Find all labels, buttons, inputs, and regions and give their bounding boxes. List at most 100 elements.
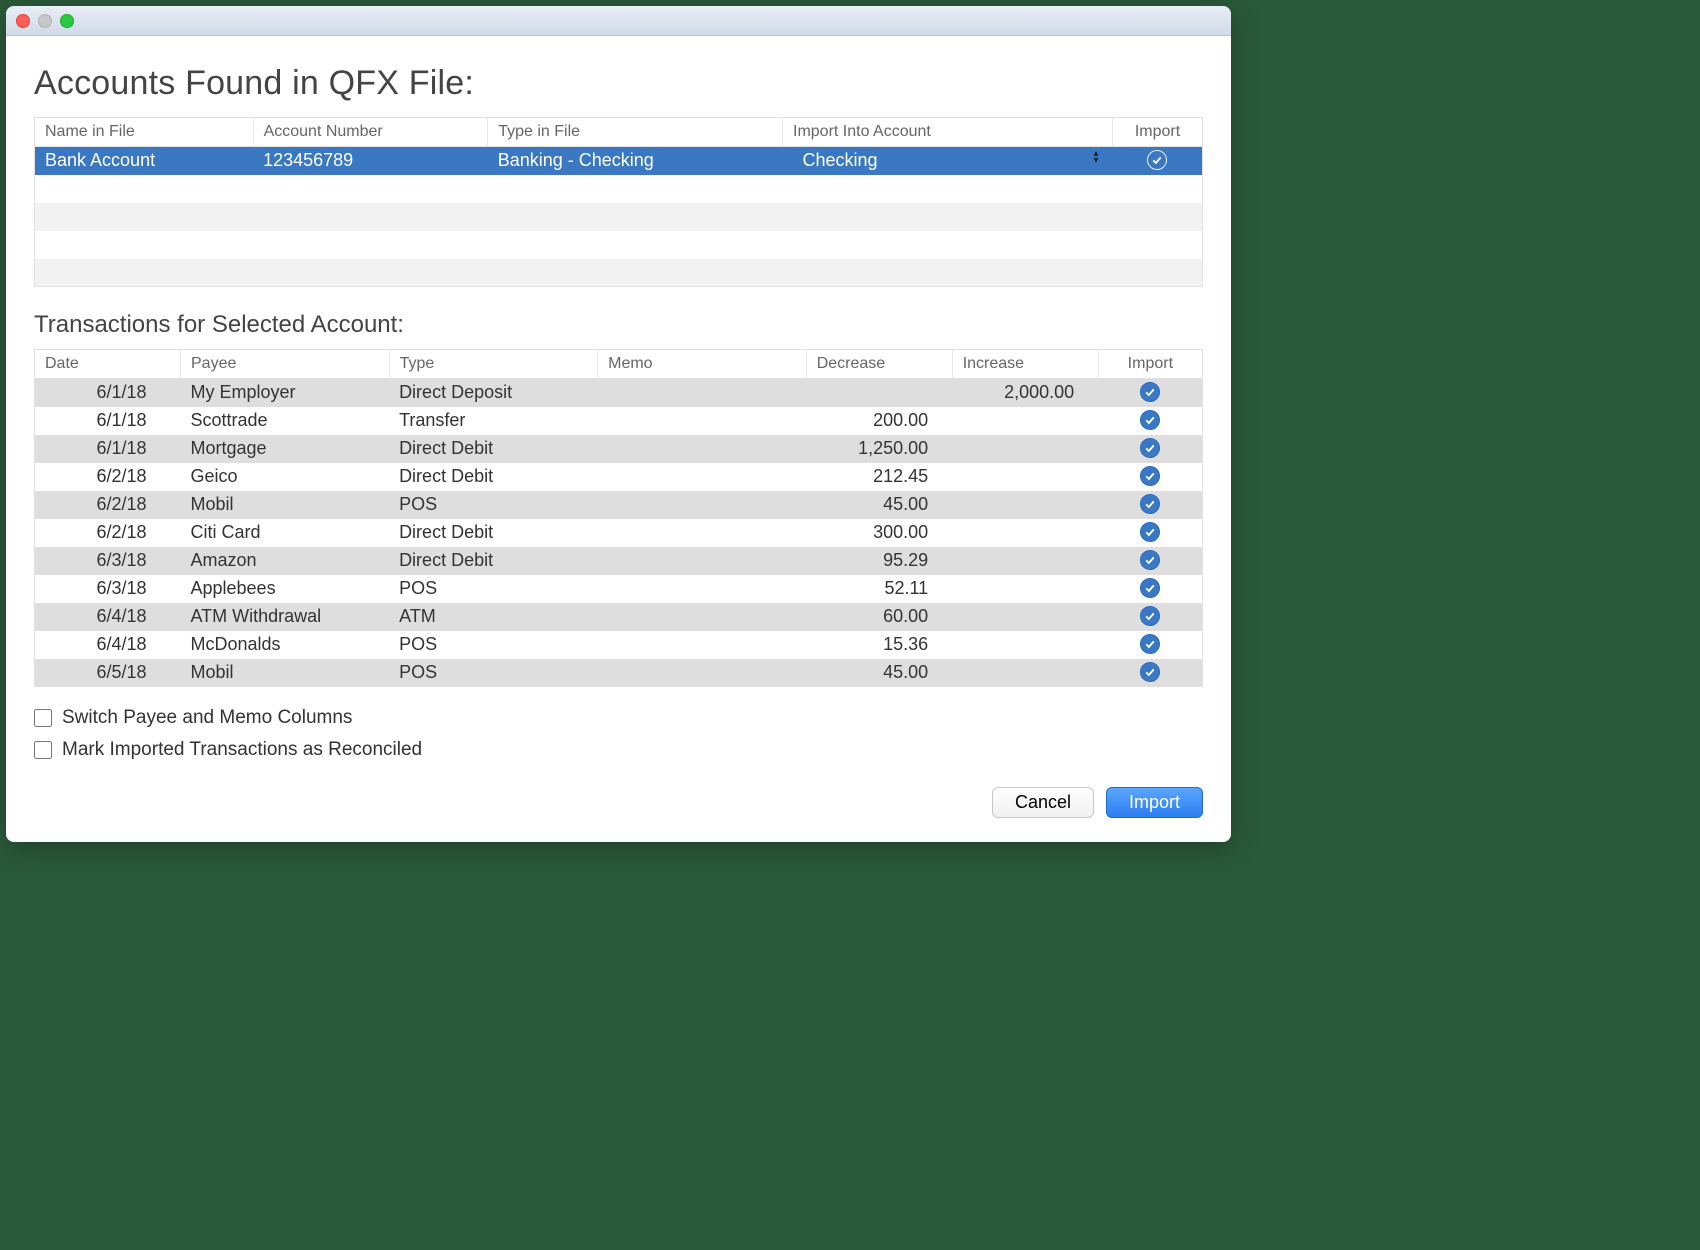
trans-col-date[interactable]: Date [35, 350, 181, 379]
account-number: 123456789 [253, 147, 488, 175]
checkmark-icon [1140, 466, 1160, 486]
transaction-decrease [806, 379, 952, 407]
transaction-date: 6/1/18 [35, 435, 181, 463]
transaction-increase [952, 463, 1098, 491]
transaction-increase [952, 575, 1098, 603]
transaction-increase [952, 519, 1098, 547]
trans-col-import[interactable]: Import [1098, 350, 1202, 379]
transaction-import-toggle[interactable] [1098, 435, 1202, 463]
account-name: Bank Account [35, 147, 254, 175]
checkmark-icon [1140, 550, 1160, 570]
mark-reconciled-option[interactable]: Mark Imported Transactions as Reconciled [34, 739, 1203, 761]
transaction-import-toggle[interactable] [1098, 407, 1202, 435]
transaction-type: Direct Debit [389, 547, 598, 575]
transaction-import-toggle[interactable] [1098, 547, 1202, 575]
transaction-row[interactable]: 6/4/18 ATM Withdrawal ATM 60.00 [35, 603, 1203, 631]
transaction-type: Transfer [389, 407, 598, 435]
transaction-increase [952, 659, 1098, 687]
account-import-toggle[interactable] [1113, 147, 1203, 175]
transaction-increase: 2,000.00 [952, 379, 1098, 407]
trans-col-memo[interactable]: Memo [598, 350, 807, 379]
transaction-type: Direct Debit [389, 435, 598, 463]
accounts-col-number[interactable]: Account Number [253, 118, 488, 147]
accounts-table: Name in File Account Number Type in File… [34, 117, 1203, 287]
trans-col-type[interactable]: Type [389, 350, 598, 379]
accounts-empty-row [35, 259, 1203, 287]
switch-payee-memo-label: Switch Payee and Memo Columns [62, 707, 352, 729]
transaction-date: 6/3/18 [35, 575, 181, 603]
close-icon[interactable] [16, 14, 30, 28]
transaction-decrease: 95.29 [806, 547, 952, 575]
minimize-icon[interactable] [38, 14, 52, 28]
checkmark-icon [1140, 494, 1160, 514]
transaction-date: 6/1/18 [35, 379, 181, 407]
transaction-memo [598, 491, 807, 519]
transaction-date: 6/2/18 [35, 491, 181, 519]
checkmark-icon [1140, 382, 1160, 402]
switch-payee-memo-checkbox[interactable] [34, 709, 52, 727]
transaction-increase [952, 547, 1098, 575]
transaction-import-toggle[interactable] [1098, 491, 1202, 519]
transaction-date: 6/1/18 [35, 407, 181, 435]
transaction-row[interactable]: 6/1/18 Scottrade Transfer 200.00 [35, 407, 1203, 435]
transaction-import-toggle[interactable] [1098, 575, 1202, 603]
transaction-date: 6/2/18 [35, 519, 181, 547]
transaction-increase [952, 603, 1098, 631]
transaction-row[interactable]: 6/3/18 Amazon Direct Debit 95.29 [35, 547, 1203, 575]
accounts-col-import[interactable]: Import [1113, 118, 1203, 147]
trans-col-decrease[interactable]: Decrease [806, 350, 952, 379]
transaction-memo [598, 435, 807, 463]
chevron-up-down-icon: ▴▾ [1093, 150, 1098, 164]
cancel-button[interactable]: Cancel [992, 787, 1094, 818]
dialog-footer: Cancel Import [34, 787, 1203, 818]
transaction-decrease: 200.00 [806, 407, 952, 435]
transaction-memo [598, 519, 807, 547]
accounts-row[interactable]: Bank Account 123456789 Banking - Checkin… [35, 147, 1203, 175]
transaction-memo [598, 631, 807, 659]
transaction-type: POS [389, 575, 598, 603]
import-into-account-select[interactable]: Checking ▴▾ [783, 147, 1113, 175]
trans-col-increase[interactable]: Increase [952, 350, 1098, 379]
zoom-icon[interactable] [60, 14, 74, 28]
transaction-memo [598, 603, 807, 631]
transaction-import-toggle[interactable] [1098, 659, 1202, 687]
accounts-col-type[interactable]: Type in File [488, 118, 783, 147]
switch-payee-memo-option[interactable]: Switch Payee and Memo Columns [34, 707, 1203, 729]
transaction-import-toggle[interactable] [1098, 603, 1202, 631]
transaction-import-toggle[interactable] [1098, 379, 1202, 407]
import-button[interactable]: Import [1106, 787, 1203, 818]
transaction-increase [952, 407, 1098, 435]
checkmark-icon [1140, 438, 1160, 458]
checkmark-icon [1147, 150, 1167, 170]
accounts-col-name[interactable]: Name in File [35, 118, 254, 147]
transaction-row[interactable]: 6/1/18 Mortgage Direct Debit 1,250.00 [35, 435, 1203, 463]
transactions-title: Transactions for Selected Account: [34, 311, 1203, 339]
transaction-decrease: 300.00 [806, 519, 952, 547]
transaction-row[interactable]: 6/1/18 My Employer Direct Deposit 2,000.… [35, 379, 1203, 407]
transaction-date: 6/4/18 [35, 603, 181, 631]
transaction-type: POS [389, 659, 598, 687]
transaction-type: POS [389, 631, 598, 659]
transaction-row[interactable]: 6/2/18 Geico Direct Debit 212.45 [35, 463, 1203, 491]
mark-reconciled-checkbox[interactable] [34, 741, 52, 759]
import-dialog: Accounts Found in QFX File: Name in File… [6, 6, 1231, 842]
transaction-row[interactable]: 6/2/18 Mobil POS 45.00 [35, 491, 1203, 519]
transaction-import-toggle[interactable] [1098, 463, 1202, 491]
accounts-col-import-into[interactable]: Import Into Account [783, 118, 1113, 147]
checkmark-icon [1140, 606, 1160, 626]
transaction-row[interactable]: 6/3/18 Applebees POS 52.11 [35, 575, 1203, 603]
trans-col-payee[interactable]: Payee [181, 350, 390, 379]
transaction-date: 6/5/18 [35, 659, 181, 687]
dialog-content: Accounts Found in QFX File: Name in File… [6, 36, 1231, 842]
import-options: Switch Payee and Memo Columns Mark Impor… [34, 707, 1203, 761]
transaction-row[interactable]: 6/2/18 Citi Card Direct Debit 300.00 [35, 519, 1203, 547]
checkmark-icon [1140, 522, 1160, 542]
transaction-type: Direct Deposit [389, 379, 598, 407]
transaction-import-toggle[interactable] [1098, 631, 1202, 659]
transaction-memo [598, 407, 807, 435]
transaction-import-toggle[interactable] [1098, 519, 1202, 547]
checkmark-icon [1140, 634, 1160, 654]
transaction-decrease: 212.45 [806, 463, 952, 491]
transaction-row[interactable]: 6/5/18 Mobil POS 45.00 [35, 659, 1203, 687]
transaction-row[interactable]: 6/4/18 McDonalds POS 15.36 [35, 631, 1203, 659]
